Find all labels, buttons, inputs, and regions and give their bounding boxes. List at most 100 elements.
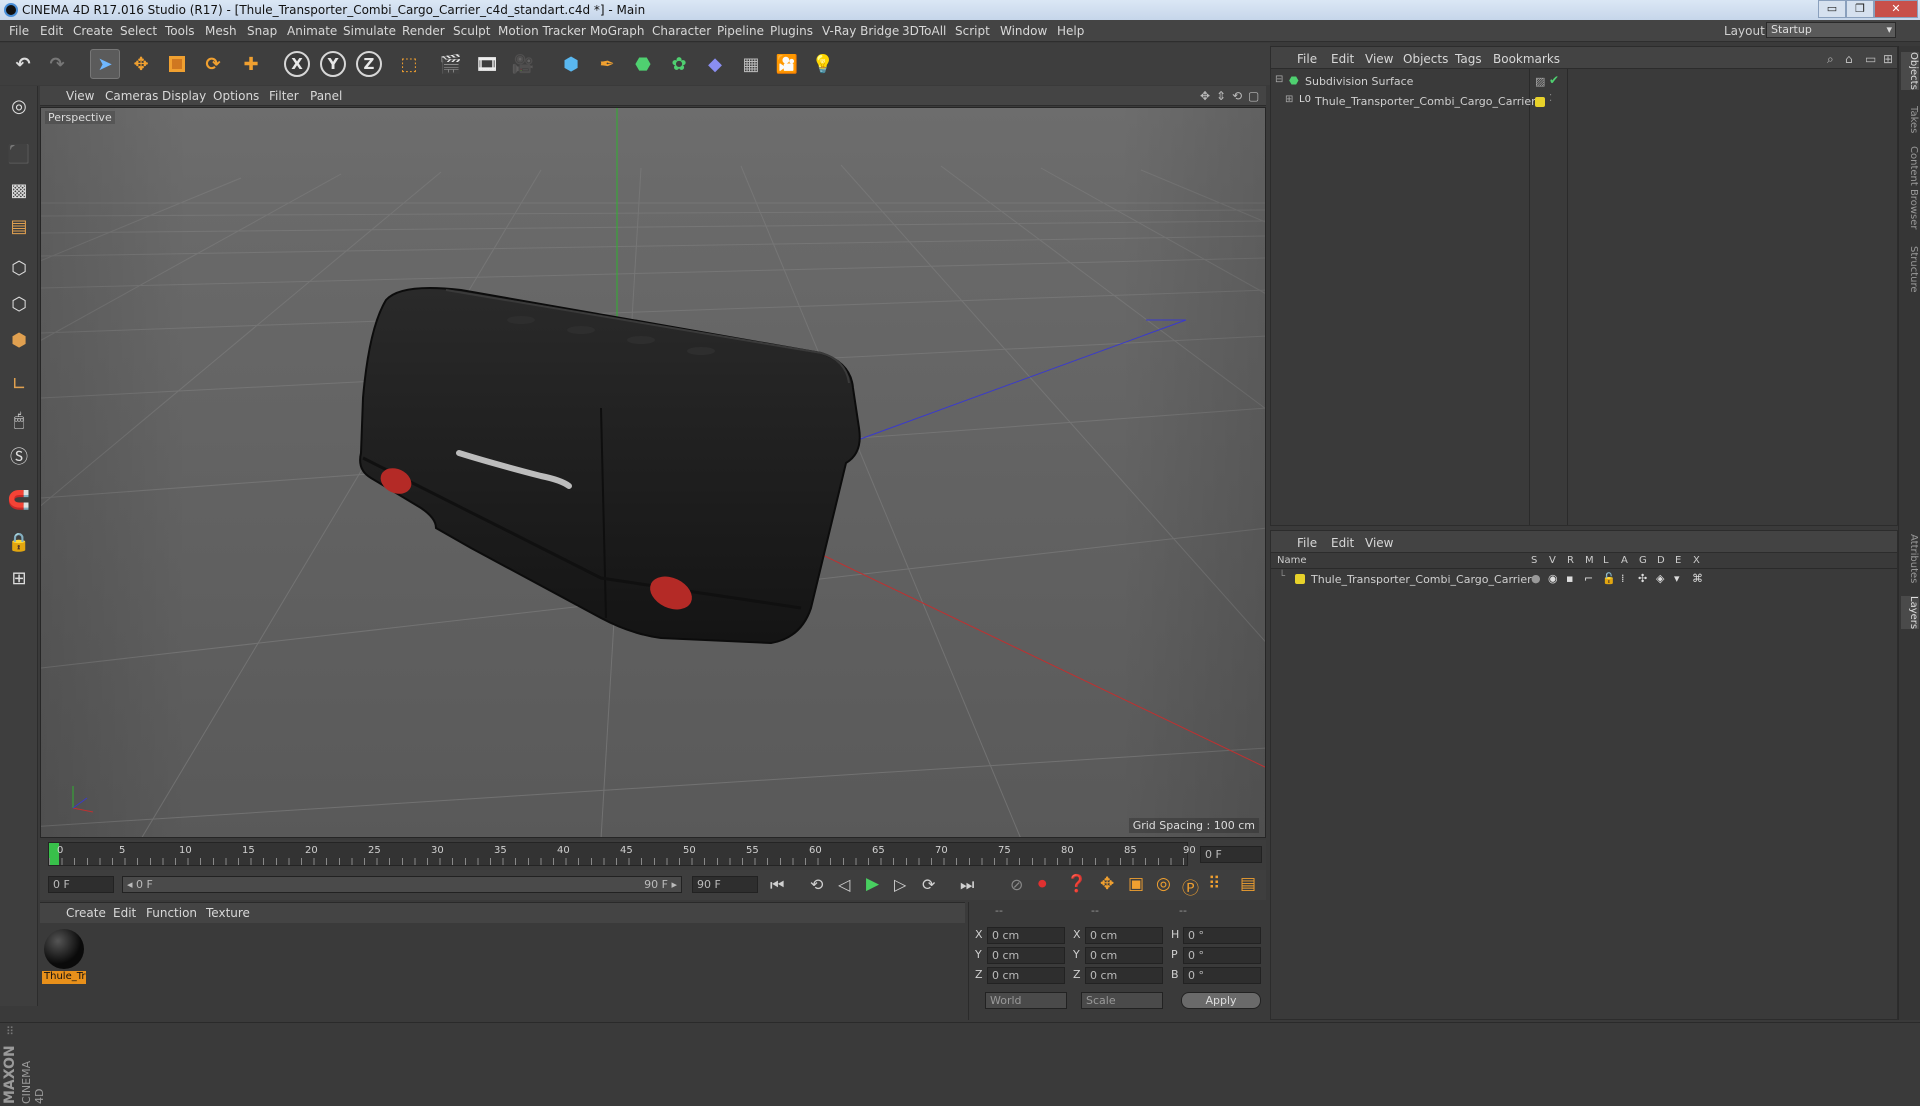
size-x-field[interactable]: 0 cm (1085, 927, 1163, 944)
previous-key-button[interactable]: ⟲ (810, 875, 823, 894)
menu-render[interactable]: Render (402, 24, 445, 38)
end-frame-field[interactable]: 90 F (692, 876, 758, 893)
render-view-button[interactable]: 🎬 (436, 49, 466, 79)
tab-objects[interactable]: Objects (1901, 52, 1919, 90)
workplane-mode-button[interactable]: ▤ (3, 210, 35, 242)
position-x-field[interactable]: 0 cm (987, 927, 1065, 944)
tab-attributes[interactable]: Attributes (1901, 534, 1919, 583)
tab-layers[interactable]: Layers (1901, 596, 1919, 630)
layout-select[interactable]: Startup ▾ (1766, 22, 1896, 38)
keyframe-selection-button[interactable]: ❓ (1066, 874, 1087, 894)
menu-pipeline[interactable]: Pipeline (717, 24, 764, 38)
menu-select[interactable]: Select (120, 24, 157, 38)
object-row[interactable]: ⊞ L0 Thule_Transporter_Combi_Cargo_Carri… (1271, 93, 1897, 111)
position-z-field[interactable]: 0 cm (987, 967, 1065, 984)
viewport-menu-view[interactable]: View (66, 89, 94, 103)
perspective-viewport[interactable]: Perspective Grid Spacing : 100 cm (40, 107, 1266, 838)
close-button[interactable]: ✕ (1874, 0, 1918, 18)
key-parameter-button[interactable]: Ⓟ (1182, 874, 1199, 899)
step-forward-button[interactable]: ▷ (894, 875, 906, 894)
magnet-button[interactable]: 🧲 (3, 484, 35, 516)
scale-select[interactable]: Scale (1081, 992, 1163, 1009)
viewport-menu-panel[interactable]: Panel (310, 89, 342, 103)
visibility-dots-icon[interactable]: ⁚ (1549, 93, 1552, 104)
search-icon[interactable]: ⌕ (1827, 52, 1834, 67)
record-active-button[interactable]: ⊘ (1010, 875, 1023, 894)
texture-mode-button[interactable]: ▩ (3, 174, 35, 206)
add-light-button[interactable]: 💡 (808, 49, 838, 79)
timeline-window-button[interactable]: ▤ (1240, 874, 1256, 894)
planar-workplane-button[interactable]: ⊞ (3, 562, 35, 594)
viewport-menu-cameras[interactable]: Cameras (105, 89, 158, 103)
tweak-mode-button[interactable]: 🖱 (3, 404, 35, 436)
polygons-mode-button[interactable]: ⬢ (3, 324, 35, 356)
y-axis-lock-button[interactable]: Y (320, 51, 346, 77)
layer-color-swatch[interactable] (1295, 574, 1305, 584)
viewport-maximize-icon[interactable]: ▢ (1248, 89, 1259, 103)
menu-sculpt[interactable]: Sculpt (453, 24, 490, 38)
recent-tool-button[interactable]: ✚ (236, 49, 266, 79)
menu-animate[interactable]: Animate (287, 24, 337, 38)
position-y-field[interactable]: 0 cm (987, 947, 1065, 964)
add-generator-button[interactable]: ⬣ (628, 49, 658, 79)
layer-color-swatch[interactable] (1535, 97, 1545, 107)
menu-edit[interactable]: Edit (40, 24, 63, 38)
lock-icon[interactable]: 🔓 (1602, 572, 1616, 585)
menu-snap[interactable]: Snap (247, 24, 277, 38)
render-settings-button[interactable]: 🎥 (508, 49, 538, 79)
maximize-button[interactable]: ❐ (1846, 0, 1874, 18)
manager-icon[interactable]: ⌐ (1584, 572, 1593, 585)
viewport-move-icon[interactable]: ✥ (1200, 89, 1210, 103)
lm-menu-file[interactable]: File (1297, 536, 1317, 550)
add-mograph-button[interactable]: ✿ (664, 49, 694, 79)
viewport-menu-display[interactable]: Display (162, 89, 206, 103)
deformer-icon[interactable]: ◈ (1656, 572, 1664, 585)
tab-structure[interactable]: Structure (1901, 246, 1919, 293)
autokey-button[interactable]: ⏺ (1038, 874, 1047, 894)
add-deformer-button[interactable]: ◆ (700, 49, 730, 79)
menu-tools[interactable]: Tools (165, 24, 195, 38)
menu-window[interactable]: Window (1000, 24, 1047, 38)
animation-icon[interactable]: ⁞ (1621, 572, 1625, 585)
z-axis-lock-button[interactable]: Z (356, 51, 382, 77)
snap-button[interactable]: Ⓢ (3, 440, 35, 472)
current-frame-field[interactable]: 0 F (1200, 846, 1262, 863)
rotation-h-field[interactable]: 0 ° (1183, 927, 1261, 944)
object-row[interactable]: ⊟ ⬣ Subdivision Surface ▨ ✔ (1271, 73, 1897, 91)
size-y-field[interactable]: 0 cm (1085, 947, 1163, 964)
key-scale-button[interactable]: ▣ (1128, 874, 1144, 894)
rotation-b-field[interactable]: 0 ° (1183, 967, 1261, 984)
undo-button[interactable]: ↶ (8, 49, 38, 79)
om-menu-edit[interactable]: Edit (1331, 52, 1354, 66)
solo-toggle-icon[interactable]: ● (1531, 572, 1541, 585)
timeline-ruler[interactable]: 0 5 10 15 20 25 30 35 40 45 50 55 60 65 … (40, 840, 1266, 870)
viewport-rotate-icon[interactable]: ⟲ (1232, 89, 1242, 103)
world-select[interactable]: World (985, 992, 1067, 1009)
live-selection-button[interactable]: ➤ (90, 49, 120, 79)
menu-mesh[interactable]: Mesh (205, 24, 237, 38)
lock-workplane-button[interactable]: 🔒 (3, 526, 35, 558)
edges-mode-button[interactable]: ⬡ (3, 288, 35, 320)
om-menu-tags[interactable]: Tags (1455, 52, 1482, 66)
model-mode-button[interactable]: ⬛ (3, 138, 35, 170)
menu-vray-bridge[interactable]: V-Ray Bridge (822, 24, 899, 38)
menu-create[interactable]: Create (73, 24, 113, 38)
tab-content-browser[interactable]: Content Browser (1901, 146, 1919, 229)
expression-icon[interactable]: ▾ (1674, 572, 1680, 585)
move-button[interactable]: ✥ (126, 49, 156, 79)
material-menu-edit[interactable]: Edit (113, 906, 136, 920)
add-cube-button[interactable]: ⬢ (556, 49, 586, 79)
expand-toggle-icon[interactable]: ⊟ (1275, 74, 1283, 85)
play-button[interactable]: ▶ (866, 874, 879, 894)
menu-3dtoall[interactable]: 3DToAll (902, 24, 946, 38)
material-menu-create[interactable]: Create (66, 906, 106, 920)
om-menu-objects[interactable]: Objects (1403, 52, 1448, 66)
menu-help[interactable]: Help (1057, 24, 1084, 38)
expand-toggle-icon[interactable]: ⊞ (1285, 94, 1293, 105)
step-back-button[interactable]: ◁ (838, 875, 850, 894)
viewport-menu-options[interactable]: Options (213, 89, 259, 103)
timeline-track[interactable]: 0 5 10 15 20 25 30 35 40 45 50 55 60 65 … (48, 842, 1196, 866)
start-frame-field[interactable]: 0 F (48, 876, 114, 893)
axis-mode-button[interactable]: ∟ (3, 368, 35, 400)
render-picture-viewer-button[interactable]: 🎞 (472, 49, 502, 79)
